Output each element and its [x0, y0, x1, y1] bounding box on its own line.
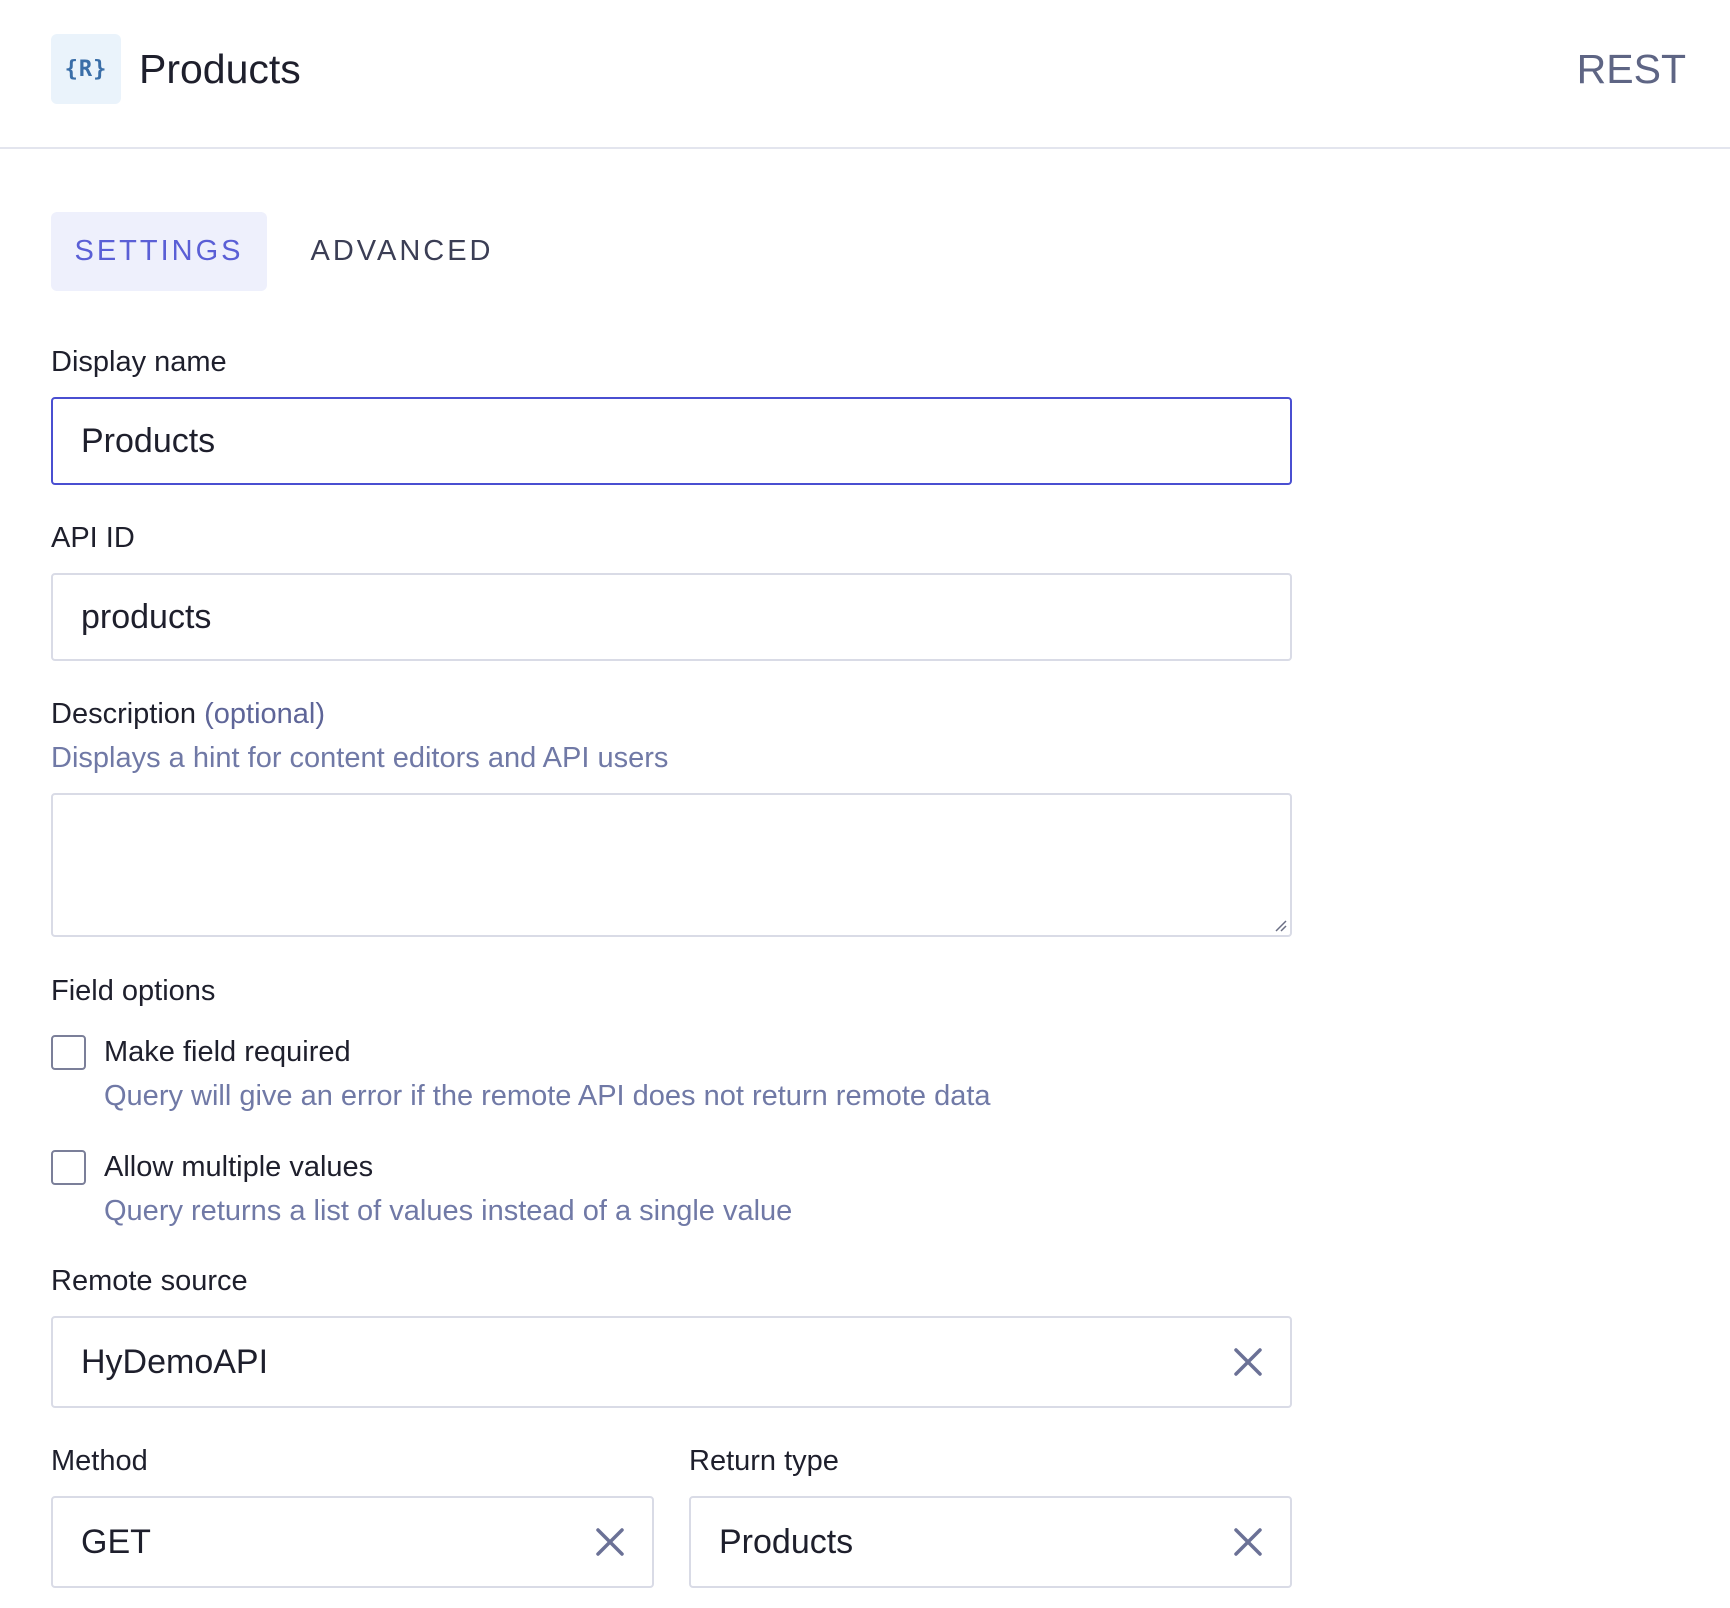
return-type-label: Return type: [689, 1445, 839, 1477]
optional-tag: (optional): [204, 698, 326, 730]
remote-source-label: Remote source: [51, 1265, 248, 1297]
make-field-required-hint: Query will give an error if the remote A…: [104, 1080, 991, 1112]
method-value: GET: [81, 1522, 151, 1561]
clear-return-type-close-icon[interactable]: [1232, 1526, 1264, 1558]
clear-remote-source-close-icon[interactable]: [1232, 1346, 1264, 1378]
return-type-select[interactable]: Products: [689, 1496, 1292, 1588]
allow-multiple-values-checkbox[interactable]: [51, 1150, 86, 1185]
method-select[interactable]: GET: [51, 1496, 654, 1588]
remote-source-value: HyDemoAPI: [81, 1342, 269, 1381]
make-field-required-checkbox[interactable]: [51, 1035, 86, 1070]
return-type-value: Products: [719, 1522, 854, 1561]
allow-multiple-values-hint: Query returns a list of values instead o…: [104, 1195, 793, 1227]
page-title: Products: [139, 46, 301, 92]
method-label: Method: [51, 1445, 148, 1477]
description-label: Description (optional): [51, 696, 325, 732]
description-hint: Displays a hint for content editors and …: [51, 742, 669, 774]
remote-field-logo-icon: {R}: [51, 34, 121, 104]
api-id-value: products: [81, 597, 212, 636]
display-name-input[interactable]: Products: [51, 397, 1292, 485]
field-type-label: REST: [1576, 46, 1686, 92]
make-field-required-label[interactable]: Make field required: [104, 1034, 351, 1070]
tab-bar: SETTINGS ADVANCED: [51, 212, 529, 291]
remote-source-select[interactable]: HyDemoAPI: [51, 1316, 1292, 1408]
field-options-label: Field options: [51, 975, 216, 1007]
api-id-label: API ID: [51, 522, 135, 554]
clear-method-close-icon[interactable]: [594, 1526, 626, 1558]
description-label-text: Description: [51, 698, 197, 730]
resize-handle-icon[interactable]: [1273, 918, 1287, 932]
tab-settings[interactable]: SETTINGS: [51, 212, 267, 291]
api-id-input[interactable]: products: [51, 573, 1292, 661]
display-name-value: Products: [81, 421, 216, 460]
tab-advanced[interactable]: ADVANCED: [267, 212, 529, 291]
display-name-label: Display name: [51, 346, 227, 378]
description-textarea[interactable]: [51, 793, 1292, 937]
allow-multiple-values-label[interactable]: Allow multiple values: [104, 1149, 373, 1185]
page-header: {R} Products REST: [0, 0, 1730, 149]
